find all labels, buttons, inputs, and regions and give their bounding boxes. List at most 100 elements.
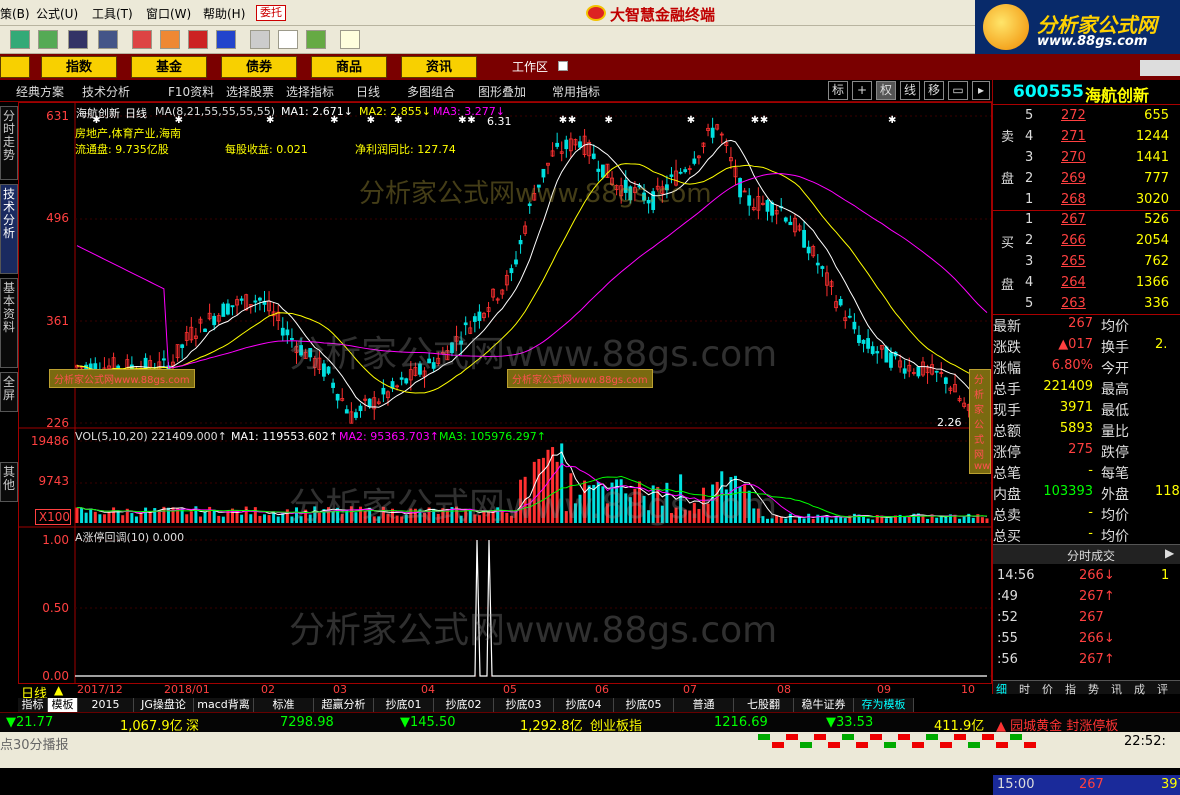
candle-body xyxy=(331,382,335,388)
kline-chart[interactable]: ✱ ✱ ✱ ✱ ✱ ✱ ✱ ✱ ✱ ✱ ✱ ✱ ✱ ✱ ✱ 海航创新 日线 MA(8,21,55,55,55… xyxy=(18,102,992,702)
menu-strategy[interactable]: 策(B) xyxy=(0,5,30,22)
mark-button[interactable]: 标 xyxy=(828,81,848,100)
window-controls[interactable] xyxy=(1140,60,1180,76)
stat-value-2: 2. xyxy=(1155,337,1168,352)
menu-window[interactable]: 窗口(W) xyxy=(146,5,191,22)
f10-button[interactable]: F10资料 xyxy=(168,83,214,100)
sidebar-tab-fullscreen[interactable]: 全屏 xyxy=(0,372,18,412)
tab-bull[interactable]: 稳牛证券 xyxy=(794,698,854,712)
tab-bottom02[interactable]: 抄底02 xyxy=(434,698,494,712)
period-arrow-icon[interactable]: ▲ xyxy=(54,683,63,697)
tab-commodity[interactable]: 商品 xyxy=(311,56,387,78)
heat-cell xyxy=(772,742,784,748)
workspace-label[interactable]: 工作区 xyxy=(512,58,548,75)
order-button[interactable]: 委托 xyxy=(256,5,286,21)
qtab-news[interactable]: 讯 xyxy=(1111,681,1122,697)
menu-formula[interactable]: 公式(U) xyxy=(36,5,78,22)
candle-body xyxy=(857,334,861,343)
help-cursor-icon[interactable] xyxy=(340,30,360,49)
bid-volume: 762 xyxy=(1144,254,1169,269)
tab-standard[interactable]: 标准 xyxy=(254,698,314,712)
tab-2015[interactable]: 2015 xyxy=(78,698,134,712)
window-icon[interactable] xyxy=(278,30,298,49)
tab-jg[interactable]: JG操盘论 xyxy=(134,698,194,712)
info-icon[interactable] xyxy=(216,30,236,49)
idx1-change: ▼21.77 xyxy=(6,715,54,730)
tab-super[interactable]: 超赢分析 xyxy=(314,698,374,712)
qtab-price[interactable]: 价 xyxy=(1042,681,1053,697)
system-status-bar: 点30分播报 22:52: xyxy=(0,732,1180,768)
tab-bottom05[interactable]: 抄底05 xyxy=(614,698,674,712)
volume-bar xyxy=(157,510,161,523)
bars-icon[interactable] xyxy=(306,30,326,49)
tab-partial[interactable] xyxy=(0,56,30,78)
diamond-icon[interactable] xyxy=(160,30,180,49)
tab-macd[interactable]: macd背离 xyxy=(194,698,254,712)
common-indicator-button[interactable]: 常用指标 xyxy=(552,83,600,100)
tab-bottom03[interactable]: 抄底03 xyxy=(494,698,554,712)
binoculars-icon[interactable] xyxy=(68,30,88,49)
sidebar-tab-intraday[interactable]: 分时走势 xyxy=(0,106,18,180)
flag-icon[interactable] xyxy=(10,30,30,49)
crosshair-icon[interactable]: + xyxy=(852,81,872,100)
stop-icon[interactable] xyxy=(188,30,208,49)
tab-save-template[interactable]: 存为模板 xyxy=(854,698,914,712)
multi-chart-button[interactable]: 多图组合 xyxy=(407,83,455,100)
wand-icon[interactable] xyxy=(98,30,118,49)
workspace-dropdown-icon[interactable] xyxy=(558,61,568,71)
select-stock-button[interactable]: 选择股票 xyxy=(226,83,274,100)
tab-bottom01[interactable]: 抄底01 xyxy=(374,698,434,712)
high-price-label: 6.31 xyxy=(487,115,512,128)
ask-label-2: 盘 xyxy=(1001,172,1015,187)
rights-button[interactable]: 权 xyxy=(876,81,896,100)
tab-index[interactable]: 指数 xyxy=(41,56,117,78)
tab-template[interactable]: 模板 xyxy=(48,698,78,712)
sidebar-tab-fundamental[interactable]: 基本资料 xyxy=(0,278,18,368)
qtab-review[interactable]: 评 xyxy=(1157,681,1168,697)
qtab-trade[interactable]: 成 xyxy=(1134,681,1145,697)
tab-fund[interactable]: 基金 xyxy=(131,56,207,78)
brand-title: 大智慧金融终端 xyxy=(610,6,716,24)
watermark-4: 分析家公式网www.88gs.com xyxy=(289,610,778,651)
candle-body xyxy=(509,268,514,274)
candle-body xyxy=(226,303,230,315)
menu-help[interactable]: 帮助(H) xyxy=(203,5,245,22)
alert-icon[interactable] xyxy=(132,30,152,49)
sidebar-tab-technical[interactable]: 技术分析 xyxy=(0,184,18,274)
line-button[interactable]: 线 xyxy=(900,81,920,100)
limit-star-icon: ✱ xyxy=(888,115,896,126)
period-button[interactable]: 日线 xyxy=(356,83,380,100)
ticks-expand-icon[interactable]: ▶ xyxy=(1165,546,1174,560)
heat-cell xyxy=(996,742,1008,748)
ask-volume: 3020 xyxy=(1135,192,1169,207)
expand-chart-icon[interactable]: ▸ xyxy=(972,81,990,100)
move-button[interactable]: 移 xyxy=(924,81,944,100)
select-indicator-button[interactable]: 选择指标 xyxy=(286,83,334,100)
tab-bond[interactable]: 债券 xyxy=(221,56,297,78)
qtab-detail[interactable]: 细 xyxy=(996,681,1007,697)
qtab-time[interactable]: 时 xyxy=(1019,681,1030,697)
chart-icon[interactable] xyxy=(38,30,58,49)
heat-cell xyxy=(856,742,868,748)
tab-normal[interactable]: 普通 xyxy=(674,698,734,712)
print-icon[interactable] xyxy=(250,30,270,49)
tab-news[interactable]: 资讯 xyxy=(401,56,477,78)
scheme-button[interactable]: 经典方案 xyxy=(16,83,64,100)
tab-bottom04[interactable]: 抄底04 xyxy=(554,698,614,712)
qtab-index[interactable]: 指 xyxy=(1065,681,1076,697)
tick-price: 267↑ xyxy=(1079,652,1115,667)
tab-seven[interactable]: 七股翻 xyxy=(734,698,794,712)
minimize-chart-icon[interactable]: ▭ xyxy=(948,81,968,100)
volume-bar xyxy=(208,506,212,523)
candle-body xyxy=(253,300,258,303)
volume-bar xyxy=(843,518,847,523)
tech-analysis-button[interactable]: 技术分析 xyxy=(82,83,130,100)
overlay-button[interactable]: 图形叠加 xyxy=(478,83,526,100)
menu-tools[interactable]: 工具(T) xyxy=(92,5,133,22)
tab-indicator[interactable]: 指标 xyxy=(18,698,48,712)
idx3-value: 1216.69 xyxy=(714,715,768,730)
qtab-trend[interactable]: 势 xyxy=(1088,681,1099,697)
x-label-08: 08 xyxy=(777,683,791,696)
sidebar-tab-other[interactable]: 其他 xyxy=(0,462,18,502)
toolbar xyxy=(0,26,975,54)
